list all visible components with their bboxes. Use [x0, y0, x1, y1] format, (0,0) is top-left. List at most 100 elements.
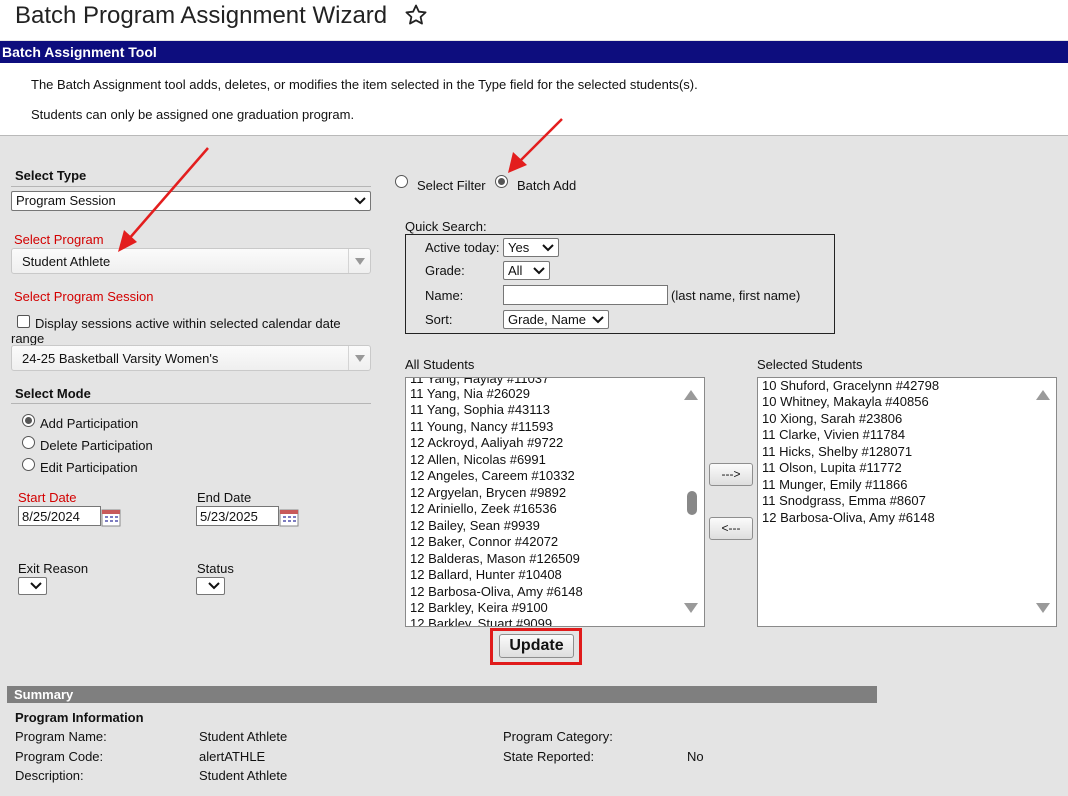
mode-edit-label: Edit Participation	[40, 460, 138, 475]
combo-arrow[interactable]	[348, 249, 370, 273]
update-button[interactable]: Update	[499, 634, 574, 658]
mode-delete-radio[interactable]	[22, 436, 35, 449]
list-item[interactable]: 12 Argyelan, Brycen #9892	[410, 485, 566, 501]
exit-reason-dropdown[interactable]	[18, 577, 47, 595]
chevron-down-icon	[533, 266, 545, 274]
end-date-label: End Date	[197, 490, 252, 505]
mode-edit-radio[interactable]	[22, 458, 35, 471]
intro-panel: The Batch Assignment tool adds, deletes,…	[0, 63, 1068, 136]
tool-header: Batch Assignment Tool	[0, 41, 1068, 63]
date-range-checkbox-label: Display sessions active within selected …	[11, 316, 341, 346]
select-program-session-combo[interactable]: 24-25 Basketball Varsity Women's	[11, 345, 371, 371]
program-code-value: alertATHLE	[199, 749, 266, 764]
select-mode-heading: Select Mode	[15, 386, 91, 401]
chevron-down-icon	[592, 315, 604, 323]
add-to-selected-button[interactable]: --->	[709, 463, 753, 486]
list-item[interactable]: 12 Angeles, Careem #10332	[410, 468, 575, 484]
intro-text-2: Students can only be assigned one gradua…	[31, 107, 355, 122]
status-dropdown[interactable]	[196, 577, 225, 595]
list-item[interactable]: 12 Barkley, Keira #9100	[410, 600, 548, 616]
scroll-down-icon[interactable]	[1036, 603, 1050, 613]
list-item[interactable]: 12 Bailey, Sean #9939	[410, 518, 540, 534]
list-item[interactable]: 10 Whitney, Makayla #40856	[762, 394, 929, 410]
list-item[interactable]: 11 Clarke, Vivien #11784	[762, 427, 905, 443]
active-today-label: Active today:	[425, 240, 500, 255]
mode-add-radio[interactable]	[22, 414, 35, 427]
program-name-value: Student Athlete	[199, 729, 288, 744]
selected-students-list[interactable]: 10 Shuford, Gracelynn #42798 10 Whitney,…	[757, 377, 1057, 627]
select-type-dropdown[interactable]: Program Session	[11, 191, 371, 211]
active-today-dropdown[interactable]: Yes	[503, 238, 559, 257]
divider	[11, 403, 371, 404]
sort-dropdown[interactable]: Grade, Name	[503, 310, 609, 329]
list-item[interactable]: 12 Ariniello, Zeek #16536	[410, 501, 557, 517]
combo-arrow[interactable]	[348, 346, 370, 370]
triangle-down-icon	[355, 355, 365, 362]
program-information-heading: Program Information	[15, 710, 144, 725]
remove-from-selected-button[interactable]: <---	[709, 517, 753, 540]
grade-dropdown[interactable]: All	[503, 261, 550, 280]
sort-label: Sort:	[425, 312, 453, 327]
name-label: Name:	[425, 288, 464, 303]
scrollbar-thumb[interactable]	[687, 491, 697, 515]
mode-add-label: Add Participation	[40, 416, 139, 431]
calendar-icon[interactable]	[279, 507, 299, 527]
active-today-value: Yes	[508, 240, 530, 255]
end-date-input[interactable]: 5/23/2025	[196, 506, 279, 526]
list-item[interactable]: 10 Shuford, Gracelynn #42798	[762, 378, 939, 394]
summary-title: Summary	[14, 687, 74, 702]
scroll-down-icon[interactable]	[684, 603, 698, 613]
select-program-combo[interactable]: Student Athlete	[11, 248, 371, 274]
list-item[interactable]: 12 Balderas, Mason #126509	[410, 551, 580, 567]
select-program-label: Select Program	[14, 232, 104, 247]
list-item[interactable]: 12 Barkley, Stuart #9099	[410, 616, 552, 626]
select-program-session-label: Select Program Session	[14, 289, 154, 304]
list-item[interactable]: 12 Ackroyd, Aaliyah #9722	[410, 435, 563, 451]
list-item[interactable]: 12 Barbosa-Oliva, Amy #6148	[762, 510, 935, 526]
scroll-up-icon[interactable]	[1036, 390, 1050, 400]
list-item[interactable]: 11 Snodgrass, Emma #8607	[762, 493, 926, 509]
selected-students-label: Selected Students	[757, 357, 863, 372]
list-item[interactable]: 11 Olson, Lupita #11772	[762, 460, 902, 476]
mode-delete-label: Delete Participation	[40, 438, 153, 453]
exit-reason-label: Exit Reason	[18, 561, 89, 576]
chevron-down-icon	[208, 582, 220, 590]
name-search-input[interactable]	[503, 285, 668, 305]
select-filter-radio[interactable]	[395, 175, 408, 188]
select-filter-label: Select Filter	[417, 178, 486, 193]
all-students-list[interactable]: 11 Yang, Haylay #11037 11 Yang, Nia #260…	[405, 377, 705, 627]
description-value: Student Athlete	[199, 768, 288, 783]
list-item[interactable]: 11 Hicks, Shelby #128071	[762, 444, 912, 460]
tool-header-title: Batch Assignment Tool	[2, 44, 157, 60]
star-outline-icon[interactable]	[404, 3, 428, 30]
grade-value: All	[508, 263, 523, 278]
program-name-label: Program Name:	[15, 729, 107, 744]
start-date-label: Start Date	[18, 490, 77, 505]
batch-add-radio[interactable]	[495, 175, 508, 188]
description-label: Description:	[15, 768, 84, 783]
list-item[interactable]: 11 Yang, Nia #26029	[410, 386, 530, 402]
list-item[interactable]: 11 Munger, Emily #11866	[762, 477, 908, 493]
program-code-label: Program Code:	[15, 749, 104, 764]
divider	[11, 186, 371, 187]
calendar-icon[interactable]	[101, 507, 121, 527]
scroll-up-icon[interactable]	[684, 390, 698, 400]
list-item[interactable]: 10 Xiong, Sarah #23806	[762, 411, 902, 427]
list-item[interactable]: 12 Ballard, Hunter #10408	[410, 567, 562, 583]
list-item[interactable]: 11 Yang, Sophia #43113	[410, 402, 550, 418]
program-category-label: Program Category:	[503, 729, 613, 744]
triangle-down-icon	[355, 258, 365, 265]
list-item[interactable]: 12 Barbosa-Oliva, Amy #6148	[410, 584, 583, 600]
status-label: Status	[197, 561, 234, 576]
chevron-down-icon	[354, 197, 366, 205]
select-program-value: Student Athlete	[22, 254, 111, 269]
list-item[interactable]: 11 Young, Nancy #11593	[410, 419, 553, 435]
list-item[interactable]: 12 Allen, Nicolas #6991	[410, 452, 546, 468]
batch-add-label: Batch Add	[517, 178, 577, 193]
select-program-session-value: 24-25 Basketball Varsity Women's	[22, 351, 219, 366]
summary-header: Summary	[7, 686, 877, 703]
list-item[interactable]: 12 Baker, Connor #42072	[410, 534, 558, 550]
start-date-input[interactable]: 8/25/2024	[18, 506, 101, 526]
select-type-heading: Select Type	[15, 168, 87, 183]
grade-label: Grade:	[425, 263, 465, 278]
